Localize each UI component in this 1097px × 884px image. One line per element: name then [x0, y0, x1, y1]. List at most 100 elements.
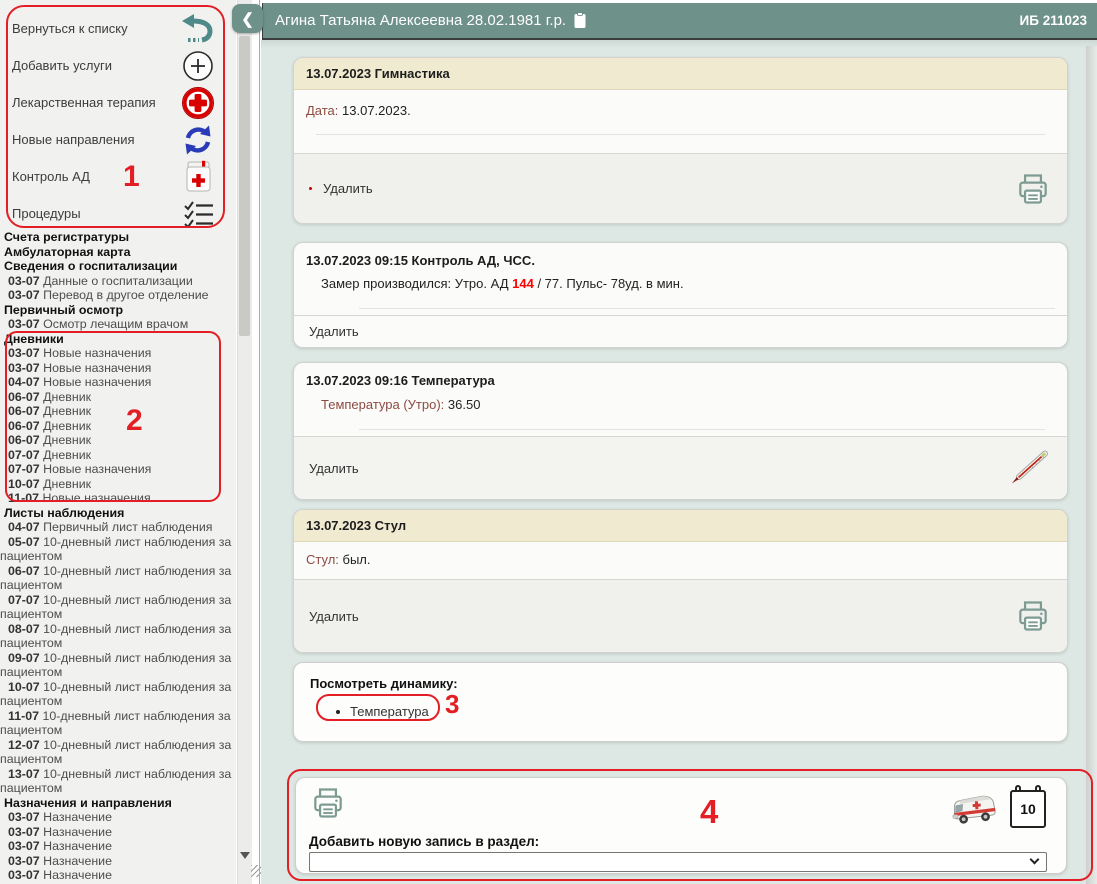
- sidebar-scrollbar-thumb[interactable]: [239, 36, 250, 336]
- ambulance-icon-button[interactable]: [948, 791, 1000, 834]
- nav-item[interactable]: 03-07 Осмотр лечащим врачом: [0, 317, 240, 332]
- main-scrollbar[interactable]: [1086, 46, 1097, 884]
- nav-item[interactable]: 03-07 Новые назначения: [0, 361, 240, 376]
- add-circle-icon: [183, 50, 213, 81]
- print-button[interactable]: [1014, 170, 1052, 208]
- nav-item[interactable]: 06-07 Дневник: [0, 433, 240, 448]
- nav-item[interactable]: 13-07 10-дневный лист наблюдения за паци…: [0, 767, 240, 796]
- nav-item-date: 11-07: [8, 491, 40, 505]
- nav-section-header: Амбулаторная карта: [4, 244, 131, 259]
- menu-item-first-aid-kit[interactable]: Контроль АД: [0, 158, 236, 195]
- nav-item[interactable]: 03-07 Данные о госпитализации: [0, 274, 240, 289]
- card-field-text: Стул:: [306, 552, 339, 567]
- nav-item[interactable]: 03-07 Новые назначения: [0, 346, 240, 361]
- nav-item[interactable]: 09-07 10-дневный лист наблюдения за паци…: [0, 651, 240, 680]
- nav-item[interactable]: 04-07 Новые назначения: [0, 375, 240, 390]
- add-record-panel: 10 Добавить новую запись в раздел:: [295, 777, 1067, 874]
- nav-item-label: Новые назначения: [39, 360, 152, 375]
- menu-item-label: Вернуться к списку: [12, 21, 128, 36]
- nav-item-date: 06-07: [8, 389, 40, 404]
- card-footer: Удалить: [294, 315, 1067, 347]
- nav-item-label: Назначение: [39, 868, 112, 882]
- nav-item[interactable]: 12-07 10-дневный лист наблюдения за паци…: [0, 738, 240, 767]
- menu-item-checklist[interactable]: Процедуры: [0, 195, 236, 232]
- menu-icon-slot: [180, 50, 216, 82]
- nav-item[interactable]: 08-07 10-дневный лист наблюдения за паци…: [0, 622, 240, 651]
- nav-item[interactable]: 03-07 Назначение: [0, 839, 240, 854]
- menu-item-refresh[interactable]: Новые направления: [0, 121, 236, 158]
- menu-icon-slot: [180, 13, 216, 44]
- nav-item-date: 07-07: [8, 462, 40, 476]
- nav-item[interactable]: 04-07 Первичный лист наблюдения: [0, 520, 240, 535]
- delete-button[interactable]: Удалить: [309, 609, 359, 624]
- nav-item[interactable]: 03-07 Назначение: [0, 825, 240, 840]
- menu-icon-slot: [180, 124, 216, 156]
- first-aid-kit-icon: [186, 160, 210, 192]
- card-field-text: 36.50: [444, 397, 481, 412]
- nav-item-date: 03-07: [8, 346, 40, 360]
- nav-item-label: Осмотр лечащим врачом: [39, 317, 189, 331]
- nav-item-date: 03-07: [8, 839, 40, 853]
- nav-item[interactable]: 11-07 Новые назначения: [0, 491, 240, 506]
- menu-item-add-circle[interactable]: Добавить услуги: [0, 47, 236, 84]
- menu-item-red-cross-circle[interactable]: Лекарственная терапия: [0, 84, 236, 121]
- printer-icon: [314, 788, 342, 818]
- nav-item[interactable]: 07-07 Новые назначения: [0, 462, 240, 477]
- nav-item-label: Новые назначения: [39, 462, 152, 476]
- menu-icon-slot: [180, 160, 216, 193]
- nav-item-date: 13-07: [8, 766, 40, 781]
- card-title: 13.07.2023 09:16 Температура: [306, 373, 495, 388]
- card-field-text: Замер производился: Утро. АД: [321, 276, 513, 291]
- red-cross-circle-icon: [182, 86, 214, 119]
- nav-section-header: Сведения о госпитализации: [4, 259, 178, 273]
- nav-item[interactable]: 06-07 Дневник: [0, 404, 240, 419]
- nav-section-header: Назначения и направления: [4, 795, 172, 810]
- card-footer: Удалить: [294, 153, 1067, 223]
- nav-item[interactable]: 03-07 Перевод в другое отделение: [0, 288, 240, 303]
- dynamics-link-temperature[interactable]: Температура: [336, 704, 1051, 719]
- nav-item-label: Назначение: [39, 824, 112, 839]
- delete-button[interactable]: Удалить: [309, 461, 359, 476]
- nav-item-date: 03-07: [8, 317, 40, 331]
- nav-item[interactable]: 06-07 Дневник: [0, 390, 240, 405]
- pane-divider: [259, 0, 260, 884]
- nav-item-label: Дневник: [39, 404, 92, 418]
- collapse-sidebar-button[interactable]: ❮: [232, 4, 263, 33]
- nav-item[interactable]: 05-07 10-дневный лист наблюдения за паци…: [0, 535, 240, 564]
- nav-item-date: 10-07: [8, 476, 40, 491]
- print-button[interactable]: [1014, 597, 1052, 635]
- nav-item[interactable]: 07-07 10-дневный лист наблюдения за паци…: [0, 593, 240, 622]
- nav-item[interactable]: 03-07 Назначение: [0, 810, 240, 825]
- document-icon-slot[interactable]: [573, 12, 587, 29]
- record-card-temp: 13.07.2023 09:16 Температура Температура …: [293, 362, 1068, 500]
- nav-item[interactable]: 10-07 Дневник: [0, 477, 240, 492]
- nav-item-date: 06-07: [8, 404, 40, 418]
- delete-button[interactable]: Удалить: [309, 181, 373, 196]
- delete-button-label: Удалить: [323, 181, 373, 196]
- bullet-icon: [336, 709, 340, 714]
- nav-item-date: 06-07: [8, 563, 40, 578]
- nav-item[interactable]: 03-07 Назначение: [0, 868, 240, 883]
- nav-item-label: Данные о госпитализации: [39, 273, 193, 288]
- delete-button-label: Удалить: [309, 608, 359, 624]
- scroll-down-arrow-icon[interactable]: [240, 852, 250, 859]
- nav-item[interactable]: 07-07 Дневник: [0, 448, 240, 463]
- nav-item[interactable]: 06-07 Дневник: [0, 419, 240, 434]
- card-body: Температура (Утро): 36.50: [294, 388, 1067, 436]
- menu-item-return-arrow[interactable]: Вернуться к списку: [0, 10, 236, 47]
- menu-item-label: Процедуры: [12, 206, 81, 221]
- nav-item[interactable]: 10-07 10-дневный лист наблюдения за паци…: [0, 680, 240, 709]
- add-record-select[interactable]: [309, 852, 1047, 872]
- delete-button[interactable]: Удалить: [309, 324, 359, 339]
- nav-item-date: 03-07: [8, 360, 40, 375]
- patient-header-bar: Агина Татьяна Алексеевна 28.02.1981 г.р.…: [262, 3, 1097, 40]
- calendar-icon-button[interactable]: 10: [1010, 785, 1046, 828]
- nav-item[interactable]: 03-07 Назначение: [0, 854, 240, 869]
- nav-item-date: 09-07: [8, 650, 40, 665]
- nav-item-date: 03-07: [8, 273, 40, 288]
- record-card-gym: 13.07.2023 Гимнастика Дата: 13.07.2023. Уд…: [293, 57, 1068, 224]
- nav-item[interactable]: 11-07 10-дневный лист наблюдения за паци…: [0, 709, 240, 738]
- print-button[interactable]: [309, 784, 347, 827]
- nav-item[interactable]: 06-07 10-дневный лист наблюдения за паци…: [0, 564, 240, 593]
- nav-section-header: Дневники: [4, 331, 64, 346]
